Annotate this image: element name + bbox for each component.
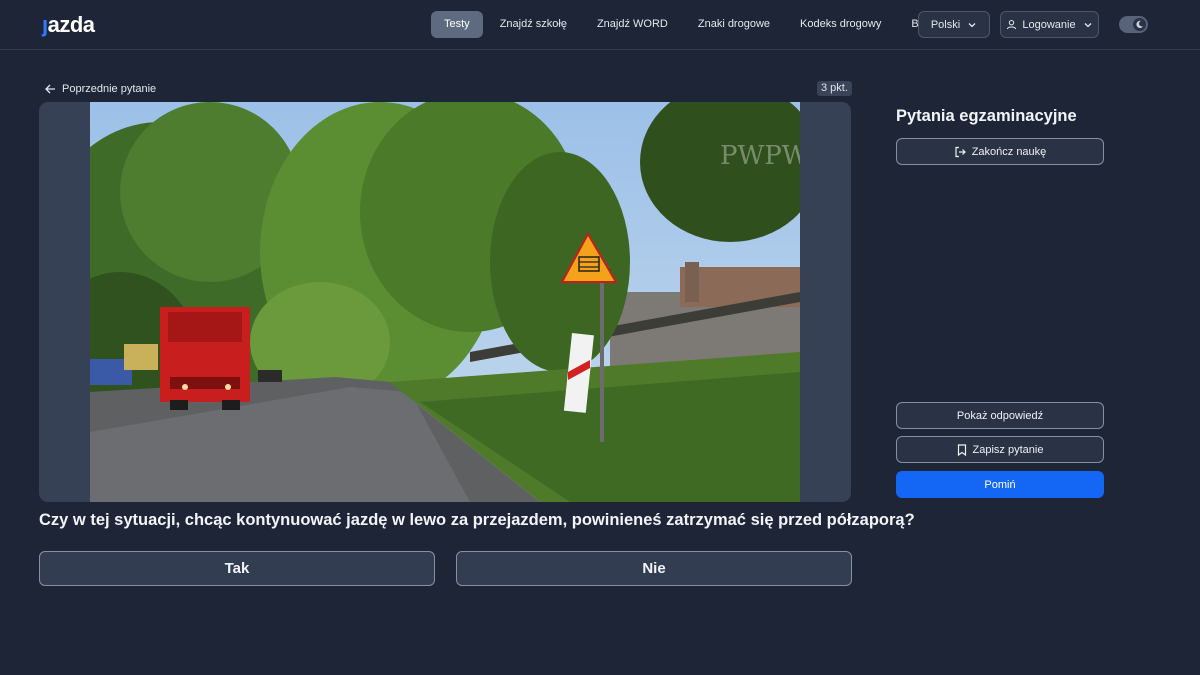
skip-button[interactable]: Pomiń xyxy=(896,471,1104,498)
login-dropdown[interactable]: Logowanie xyxy=(1000,11,1099,38)
moon-icon xyxy=(1133,18,1146,31)
save-question-button[interactable]: Zapisz pytanie xyxy=(896,436,1104,463)
previous-question-link[interactable]: Poprzednie pytanie xyxy=(45,81,156,97)
question-image: PWPW xyxy=(90,102,800,502)
save-question-label: Zapisz pytanie xyxy=(972,443,1044,456)
previous-question-label: Poprzednie pytanie xyxy=(62,83,157,95)
bookmark-icon xyxy=(957,443,966,456)
main-nav: Testy Znajdź szkołę Znajdź WORD Znaki dr… xyxy=(431,11,950,38)
nav-item-testy[interactable]: Testy xyxy=(431,11,483,38)
top-navbar: ȷazda Testy Znajdź szkołę Znajdź WORD Zn… xyxy=(0,0,1200,50)
nav-item-znajdz-szkole[interactable]: Znajdź szkołę xyxy=(487,11,580,38)
answer-yes-button[interactable]: Tak xyxy=(39,551,435,586)
show-answer-button[interactable]: Pokaż odpowiedź xyxy=(896,402,1104,429)
question-media-frame: PWPW xyxy=(39,102,851,502)
points-badge: 3 pkt. xyxy=(817,81,852,96)
media-watermark: PWPW xyxy=(720,141,800,171)
answer-no-button[interactable]: Nie xyxy=(456,551,852,586)
nav-item-kodeks-drogowy[interactable]: Kodeks drogowy xyxy=(787,11,894,38)
language-select[interactable]: Polski xyxy=(918,11,990,38)
login-label: Logowanie xyxy=(1022,18,1076,31)
nav-item-znaki-drogowe[interactable]: Znaki drogowe xyxy=(685,11,783,38)
nav-item-znajdz-word[interactable]: Znajdź WORD xyxy=(584,11,681,38)
logo[interactable]: ȷazda xyxy=(42,12,95,38)
logout-icon xyxy=(955,146,966,157)
chevron-down-icon xyxy=(968,22,976,27)
language-label: Polski xyxy=(930,18,961,31)
end-learning-label: Zakończ naukę xyxy=(971,145,1047,158)
user-icon xyxy=(1007,19,1017,30)
chevron-down-icon xyxy=(1084,22,1092,27)
arrow-left-icon xyxy=(45,84,55,94)
sidebar-title: Pytania egzaminacyjne xyxy=(896,107,1077,125)
theme-toggle[interactable] xyxy=(1119,16,1148,33)
end-learning-button[interactable]: Zakończ naukę xyxy=(896,138,1104,165)
logo-text: azda xyxy=(47,12,95,37)
question-text: Czy w tej sytuacji, chcąc kontynuować ja… xyxy=(39,511,915,529)
